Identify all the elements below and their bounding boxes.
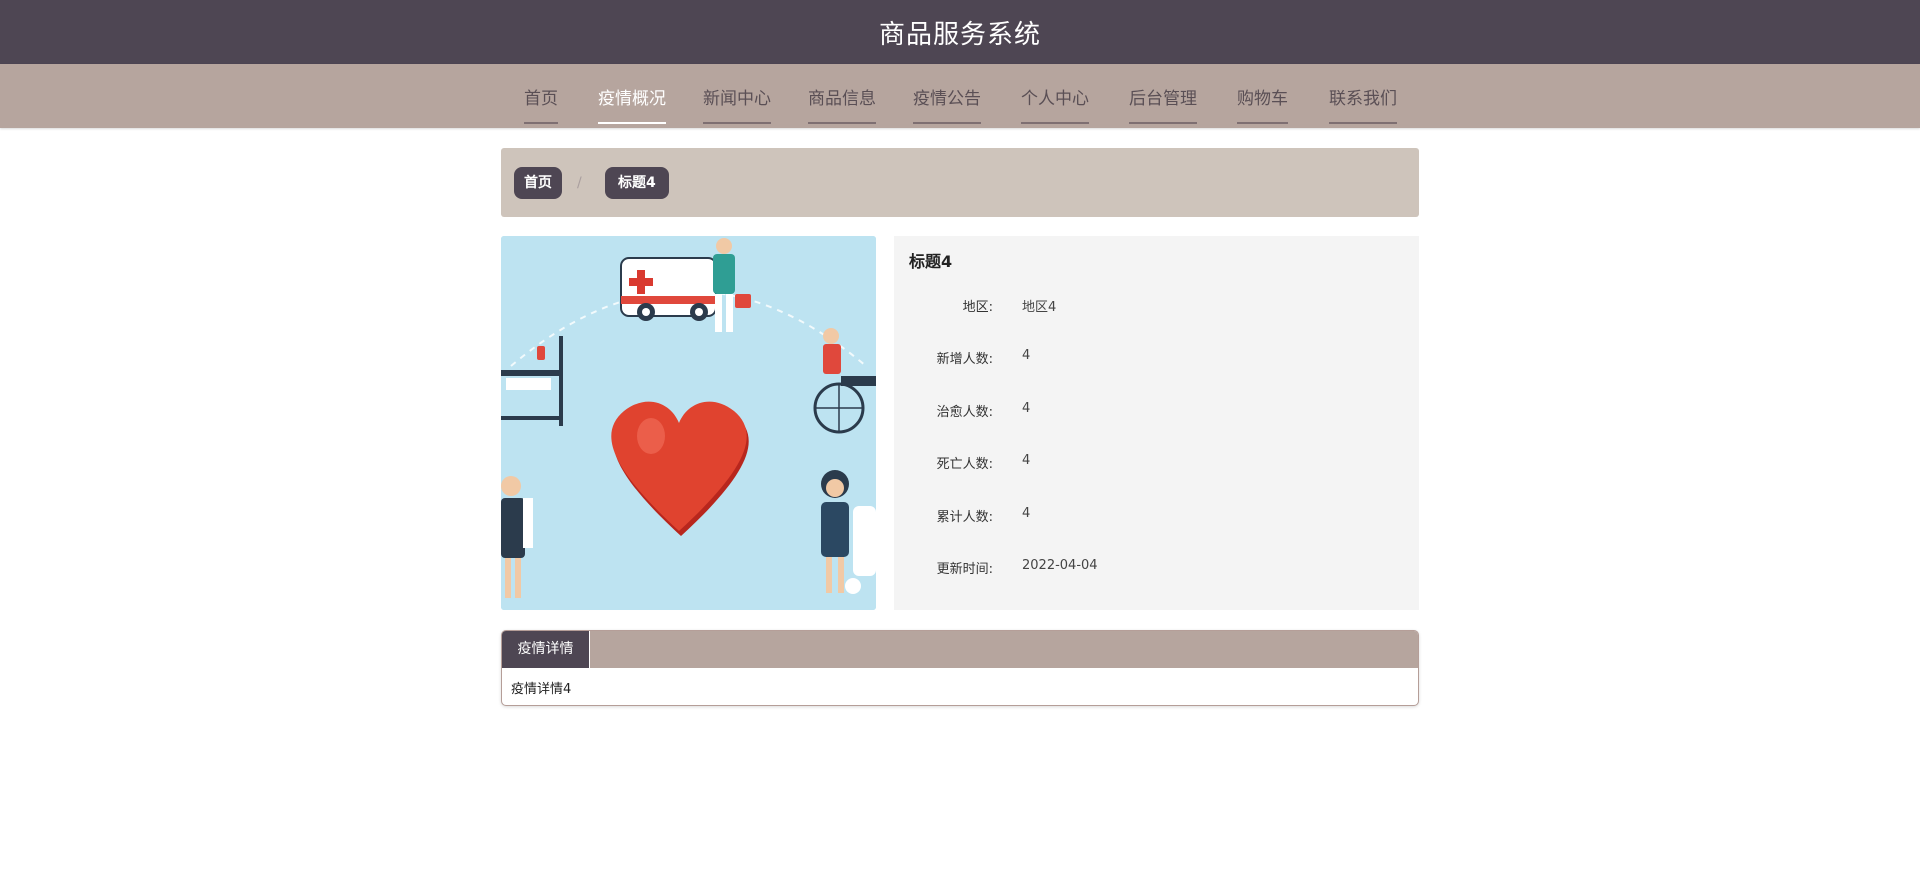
nav-item-cart[interactable]: 购物车: [1237, 64, 1288, 128]
nav-item-contact[interactable]: 联系我们: [1329, 64, 1397, 128]
nav-item-label: 个人中心: [1021, 89, 1089, 109]
nav-item-home[interactable]: 首页: [524, 64, 558, 128]
epidemic-illustration: [501, 236, 876, 610]
info-value: 4: [1022, 401, 1031, 416]
breadcrumb-home[interactable]: 首页: [514, 167, 562, 199]
info-row-update-time: 更新时间: 2022-04-04: [894, 558, 1419, 578]
info-key: 治愈人数:: [936, 405, 993, 420]
main-nav: 首页 疫情概况 新闻中心 商品信息 疫情公告 个人中心 后台管理 购物车 联系我…: [0, 64, 1920, 128]
info-key: 地区:: [962, 300, 993, 315]
heart-medical-illustration-icon: [501, 236, 876, 610]
detail-box: 疫情详情 疫情详情4: [501, 630, 1419, 706]
nav-item-label: 后台管理: [1129, 89, 1197, 109]
info-key: 更新时间:: [936, 562, 993, 577]
tab-epidemic-detail[interactable]: 疫情详情: [502, 631, 590, 668]
nav-item-label: 联系我们: [1329, 89, 1397, 109]
nav-underline: [913, 122, 981, 124]
nav-item-label: 新闻中心: [703, 89, 771, 109]
nav-item-label: 疫情公告: [913, 89, 981, 109]
info-value: 4: [1022, 453, 1031, 468]
info-key: 累计人数:: [936, 510, 993, 525]
nav-underline: [1129, 122, 1197, 124]
top-header: 商品服务系统: [0, 0, 1920, 64]
info-key: 死亡人数:: [936, 457, 993, 472]
detail-content: 疫情详情4: [511, 682, 572, 697]
nav-item-label: 商品信息: [808, 89, 876, 109]
nav-item-label: 首页: [524, 89, 558, 109]
breadcrumb-current: 标题4: [605, 167, 669, 199]
info-key: 新增人数:: [936, 352, 993, 367]
info-row-total: 累计人数: 4: [894, 506, 1419, 526]
nav-item-label: 购物车: [1237, 89, 1288, 109]
info-value: 2022-04-04: [1022, 558, 1098, 573]
info-value: 4: [1022, 506, 1031, 521]
info-panel: 标题4 地区: 地区4 新增人数: 4 治愈人数: 4 死亡人数: 4 累计人数…: [894, 236, 1419, 610]
info-value: 地区4: [1022, 300, 1057, 315]
nav-item-product-info[interactable]: 商品信息: [808, 64, 876, 128]
site-title: 商品服务系统: [878, 19, 1041, 50]
detail-tab-bar: 疫情详情: [502, 631, 1418, 668]
nav-item-admin[interactable]: 后台管理: [1129, 64, 1197, 128]
info-title: 标题4: [909, 252, 953, 271]
info-row-new-cases: 新增人数: 4: [894, 348, 1419, 368]
info-value: 4: [1022, 348, 1031, 363]
nav-underline: [1021, 122, 1089, 124]
nav-item-label: 疫情概况: [598, 89, 666, 109]
nav-underline: [524, 122, 558, 124]
breadcrumb: 首页 / 标题4: [501, 148, 1419, 217]
info-row-recovered: 治愈人数: 4: [894, 401, 1419, 421]
nav-underline: [1329, 122, 1397, 124]
info-row-deaths: 死亡人数: 4: [894, 453, 1419, 473]
nav-underline: [598, 122, 666, 124]
nav-item-epidemic-notice[interactable]: 疫情公告: [913, 64, 981, 128]
info-row-region: 地区: 地区4: [894, 296, 1419, 316]
nav-underline: [703, 122, 771, 124]
nav-item-news-center[interactable]: 新闻中心: [703, 64, 771, 128]
nav-underline: [1237, 122, 1288, 124]
breadcrumb-separator: /: [577, 175, 582, 191]
nav-item-epidemic-overview[interactable]: 疫情概况: [598, 64, 666, 128]
nav-underline: [808, 122, 876, 124]
nav-item-personal-center[interactable]: 个人中心: [1021, 64, 1089, 128]
